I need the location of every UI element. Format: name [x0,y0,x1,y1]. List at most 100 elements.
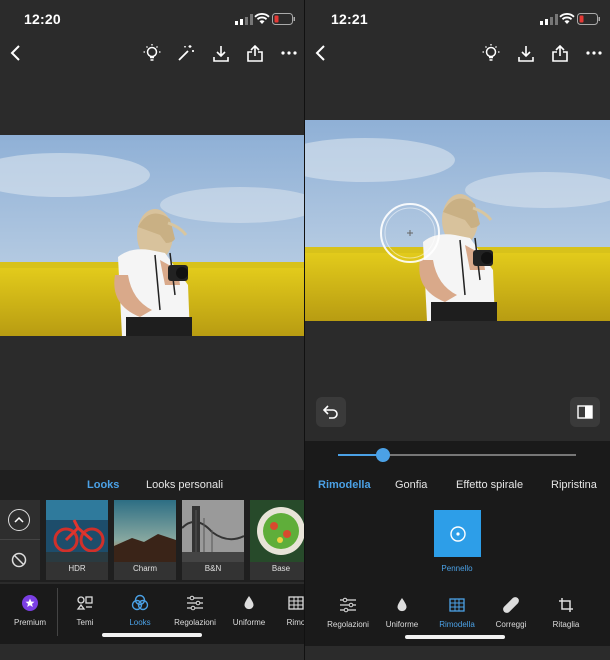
nav-temi[interactable]: Temi [55,594,115,627]
lightbulb-button[interactable] [479,41,503,65]
status-time: 12:20 [24,11,61,27]
drop-icon [244,596,254,610]
back-button[interactable] [4,41,28,65]
tab-looks[interactable]: Looks [87,479,119,491]
more-dots-icon [281,51,297,55]
nav-rimodella[interactable]: Rimodella [427,596,487,629]
nav-regolazioni[interactable]: Regolazioni [165,594,225,627]
nav-premium[interactable]: Premium [0,594,60,627]
magic-wand-button[interactable] [174,41,198,65]
download-button[interactable] [514,41,538,65]
preset-label: HDR [68,564,86,573]
bottom-nav: Premium Temi Looks Regolazioni Uniforme … [0,584,305,644]
status-time: 12:21 [331,11,368,27]
reshape-tools-panel: Rimodella Gonfia Effetto spirale Riprist… [305,441,610,646]
photo-canvas[interactable] [0,135,305,336]
bottom-nav: Regolazioni Uniforme Rimodella Correggi … [305,586,610,646]
nav-regolazioni[interactable]: Regolazioni [318,596,378,629]
drop-icon [397,598,407,612]
download-icon [213,45,229,62]
photo-image [305,120,610,321]
download-button[interactable] [209,41,233,65]
preset-label: Charm [132,564,157,573]
signal-icon [540,14,558,25]
chevron-left-icon [10,45,20,61]
looks-tabs: Looks Looks personali [0,470,305,500]
preset-bn[interactable]: B&N [182,500,244,580]
compare-button[interactable] [570,397,600,427]
lightbulb-icon [143,44,161,61]
themes-icon [76,596,93,610]
nav-label: Looks [129,618,151,627]
nav-label: Uniforme [385,620,419,629]
nav-ritaglia[interactable]: Ritaglia [536,596,596,629]
tab-looks-personali[interactable]: Looks personali [146,479,223,491]
more-button[interactable] [582,41,606,65]
grid-icon [288,596,304,610]
more-button[interactable] [277,41,301,65]
battery-icon [577,13,600,25]
chevron-left-icon [315,45,325,61]
bandage-icon [503,597,519,613]
preset-hdr[interactable]: HDR [46,500,108,580]
side-divider [0,539,40,540]
photo-canvas[interactable] [305,120,610,321]
right-screen: 12:21 Rimodella Gonfia Effetto spirale R… [305,0,610,660]
mode-effetto-spirale[interactable]: Effetto spirale [456,479,523,491]
nav-label: Correggi [495,620,527,629]
wifi-icon [559,13,575,24]
brush-size-slider[interactable] [338,448,576,462]
share-icon [552,44,568,62]
lightbulb-button[interactable] [140,41,164,65]
share-icon [247,44,263,62]
brush-button[interactable] [434,510,481,557]
preset-charm[interactable]: Charm [114,500,176,580]
nav-label: Temi [76,618,94,627]
nav-correggi[interactable]: Correggi [481,596,541,629]
mode-ripristina[interactable]: Ripristina [551,479,597,491]
undo-button[interactable] [316,397,346,427]
no-look-button[interactable] [8,549,30,571]
slider-knob[interactable] [376,448,391,462]
none-icon [11,552,27,568]
preset-base-thumbnail [250,500,305,562]
brush-target-icon [449,525,466,542]
looks-icon [131,594,149,611]
chevron-up-icon [14,516,24,523]
share-button[interactable] [243,41,267,65]
nav-label: Rimodella [439,620,475,629]
nav-rimodella-partial[interactable]: Rimo [266,594,305,627]
nav-label: Regolazioni [327,620,369,629]
nav-label: Rimo [286,618,305,627]
preset-charm-thumbnail [114,500,176,562]
star-icon [22,595,38,611]
presets-side-controls [0,500,40,580]
battery-icon [272,13,295,25]
preset-label: B&N [204,564,222,573]
brush-label: Pennello [441,564,473,573]
looks-presets-strip: HDR Charm B&N Base [0,500,305,582]
nav-label: Premium [13,618,46,627]
photo-image [0,135,305,336]
lightbulb-icon [482,44,500,61]
home-indicator [102,633,202,637]
mode-gonfia[interactable]: Gonfia [395,479,427,491]
nav-label: Regolazioni [174,618,216,627]
share-button[interactable] [548,41,572,65]
more-dots-icon [586,51,602,55]
compare-icon [577,405,593,419]
back-button[interactable] [309,41,333,65]
sliders-icon [187,595,203,611]
nav-uniforme[interactable]: Uniforme [372,596,432,629]
download-icon [518,45,534,62]
mode-rimodella[interactable]: Rimodella [318,479,371,491]
signal-icon [235,14,253,25]
preset-base[interactable]: Base [250,500,305,580]
magic-wand-icon [178,45,194,61]
left-screen: 12:20 Looks Looks personali HDR Charm B&… [0,0,305,660]
intensity-button[interactable] [8,509,30,531]
preset-label: Base [271,564,291,573]
nav-looks[interactable]: Looks [110,594,170,627]
sliders-icon [340,597,356,613]
top-toolbar [0,38,305,68]
